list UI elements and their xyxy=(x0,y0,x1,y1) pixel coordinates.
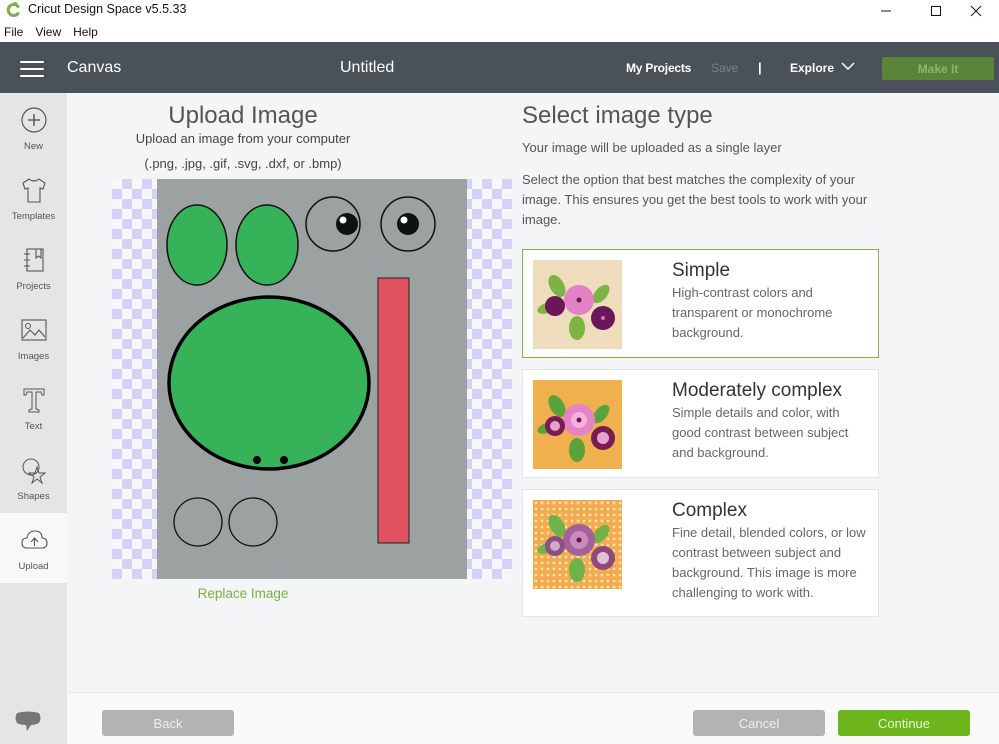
menu-view[interactable]: View xyxy=(35,25,61,39)
replace-image-link[interactable]: Replace Image xyxy=(112,586,374,601)
sidebar-item-upload[interactable]: Upload xyxy=(0,513,67,583)
sidebar-item-new[interactable]: New xyxy=(0,93,67,163)
window-title-bar: Cricut Design Space v5.5.33 xyxy=(0,0,999,22)
menu-help[interactable]: Help xyxy=(73,25,98,39)
cancel-button[interactable]: Cancel xyxy=(693,710,825,736)
header-separator: | xyxy=(758,60,762,75)
select-description: Select the option that best matches the … xyxy=(522,172,868,227)
sidebar: New Templates Projects Images Text Shape… xyxy=(0,93,67,744)
supported-formats: (.png, .jpg, .gif, .svg, .dxf, or .bmp) xyxy=(144,156,342,171)
sidebar-item-projects[interactable]: Projects xyxy=(0,233,67,303)
image-type-moderately-complex[interactable]: Moderately complex Simple details and co… xyxy=(522,369,879,478)
select-image-type-title: Select image type xyxy=(522,102,713,129)
option-description: Simple details and color, with good cont… xyxy=(672,405,849,460)
notebook-icon xyxy=(23,248,44,272)
sidebar-item-shapes[interactable]: Shapes xyxy=(0,443,67,513)
minimize-button[interactable] xyxy=(863,0,909,22)
menu-file[interactable]: File xyxy=(4,25,23,39)
image-type-complex[interactable]: Complex Fine detail, blended colors, or … xyxy=(522,489,879,617)
option-title: Moderately complex xyxy=(672,380,843,401)
option-title: Simple xyxy=(672,260,731,281)
close-button[interactable] xyxy=(953,0,999,22)
chevron-down-icon[interactable] xyxy=(841,59,855,73)
save-link[interactable]: Save xyxy=(711,61,738,75)
text-icon xyxy=(23,388,44,413)
tshirt-icon xyxy=(21,178,46,203)
project-title: Untitled xyxy=(340,59,395,76)
uploaded-image-preview xyxy=(157,179,467,579)
sidebar-item-label: Templates xyxy=(11,211,56,222)
sidebar-item-label: Shapes xyxy=(17,491,50,502)
upload-image-title: Upload Image xyxy=(168,102,318,129)
make-it-button[interactable]: Make It xyxy=(882,57,994,80)
image-type-simple[interactable]: Simple High-contrast colors and transpar… xyxy=(522,249,879,358)
back-button[interactable]: Back xyxy=(102,710,234,736)
sidebar-item-label: Projects xyxy=(16,281,51,292)
sidebar-item-text[interactable]: Text xyxy=(0,373,67,443)
maximize-icon xyxy=(931,6,941,16)
option-description: High-contrast colors and transparent or … xyxy=(672,285,833,340)
hamburger-menu-icon[interactable] xyxy=(20,61,44,77)
explore-dropdown[interactable]: Explore xyxy=(790,61,834,75)
minimize-icon xyxy=(881,10,891,12)
option-description: Fine detail, blended colors, or low cont… xyxy=(672,525,866,600)
simple-flower-thumbnail xyxy=(533,260,622,349)
app-title: Cricut Design Space v5.5.33 xyxy=(28,2,187,16)
feedback-chat-icon[interactable] xyxy=(13,710,43,736)
cloud-upload-icon xyxy=(20,530,48,549)
complex-flower-thumbnail xyxy=(533,500,622,589)
sidebar-item-label: New xyxy=(23,141,43,152)
sidebar-item-templates[interactable]: Templates xyxy=(0,163,67,233)
section-label: Canvas xyxy=(67,59,122,76)
my-projects-link[interactable]: My Projects xyxy=(626,61,691,75)
cricut-logo-icon xyxy=(6,2,20,17)
image-icon xyxy=(20,319,47,341)
sidebar-item-images[interactable]: Images xyxy=(0,303,67,373)
select-subtitle: Your image will be uploaded as a single … xyxy=(522,140,782,155)
sidebar-item-label: Images xyxy=(17,351,50,362)
continue-button[interactable]: Continue xyxy=(838,710,970,736)
moderate-flower-thumbnail xyxy=(533,380,622,469)
plus-circle-icon xyxy=(20,107,47,133)
option-title: Complex xyxy=(672,500,747,521)
upload-subtitle: Upload an image from your computer xyxy=(135,131,351,146)
menu-bar: File View Help xyxy=(0,22,999,42)
shapes-icon xyxy=(22,458,46,485)
sidebar-item-label: Upload xyxy=(18,561,49,572)
sidebar-item-label: Text xyxy=(24,421,43,432)
close-icon xyxy=(970,5,982,17)
app-header: Canvas Untitled My Projects Save | Explo… xyxy=(0,42,999,93)
